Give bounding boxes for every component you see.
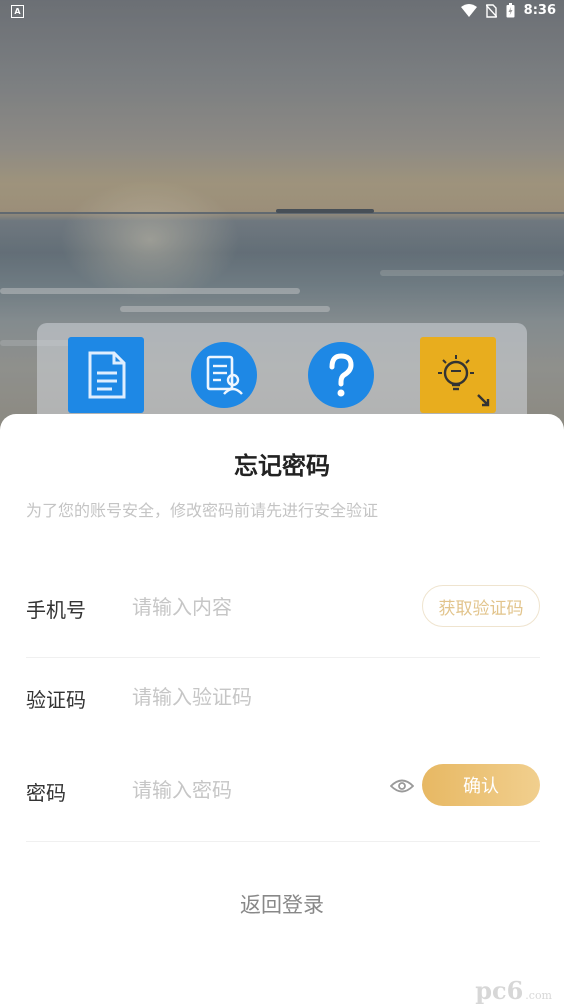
phone-row: 手机号 获取验证码	[26, 577, 540, 637]
document-icon	[68, 337, 144, 413]
feature-tile-document[interactable]	[68, 337, 144, 413]
get-code-button[interactable]: 获取验证码	[422, 585, 540, 627]
page-title: 忘记密码	[234, 452, 330, 480]
password-label: 密码	[26, 781, 66, 805]
battery-icon	[506, 3, 515, 18]
feature-tile-resume[interactable]	[186, 337, 262, 413]
idea-bulb-icon	[420, 337, 496, 413]
clock: 8:36	[523, 3, 556, 18]
wifi-icon	[460, 4, 477, 17]
code-input[interactable]	[132, 679, 392, 715]
question-icon	[308, 342, 374, 408]
status-bar: A 8:36	[0, 0, 564, 24]
forgot-password-sheet: 忘记密码 为了您的账号安全，修改密码前请先进行安全验证 手机号 获取验证码 验证…	[0, 414, 564, 1005]
back-to-login-link[interactable]: 返回登录	[0, 889, 564, 919]
divider	[26, 841, 540, 842]
security-hint: 为了您的账号安全，修改密码前请先进行安全验证	[26, 501, 379, 520]
feature-tile-help[interactable]	[303, 337, 379, 413]
feature-tile-idea[interactable]	[420, 337, 496, 413]
password-input[interactable]	[132, 772, 392, 808]
code-row: 验证码	[26, 667, 540, 727]
eye-icon[interactable]	[390, 778, 414, 794]
password-row: 密码 确认	[26, 760, 540, 820]
notification-icon: A	[11, 5, 24, 18]
confirm-button[interactable]: 确认	[422, 764, 540, 806]
phone-label: 手机号	[26, 598, 86, 622]
no-sim-icon	[485, 3, 497, 18]
resume-icon	[191, 342, 257, 408]
phone-input[interactable]	[132, 589, 392, 625]
watermark-logo: pc6 .com	[475, 976, 552, 1005]
code-label: 验证码	[26, 688, 86, 712]
divider	[26, 657, 540, 658]
